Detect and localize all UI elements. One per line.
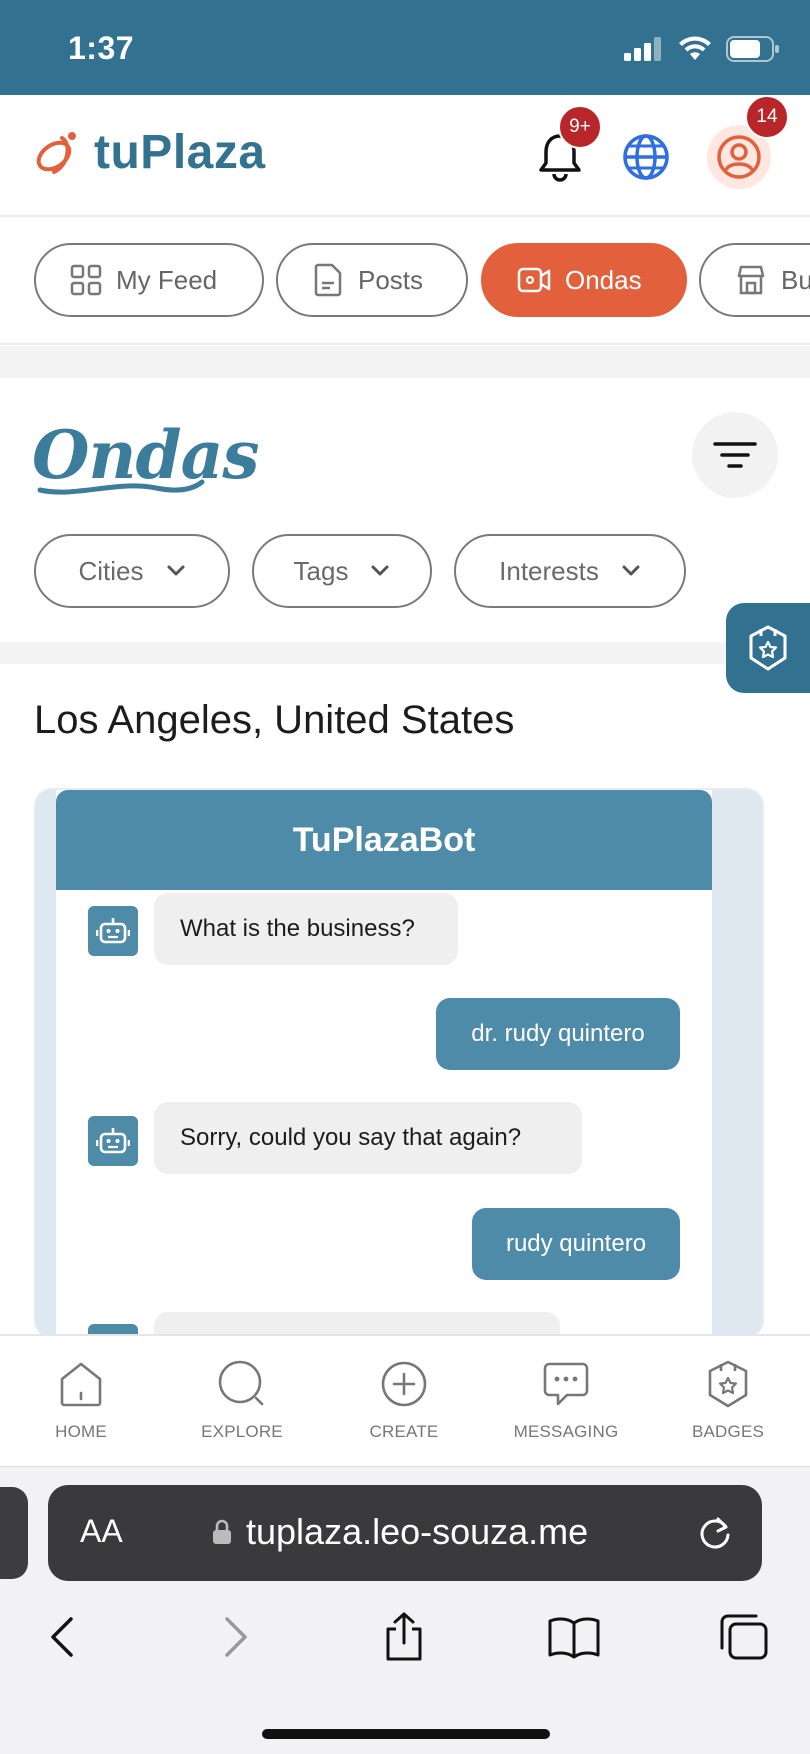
previous-tab-peek[interactable] [0,1487,28,1579]
tab-posts[interactable]: Posts [276,243,468,317]
bot-avatar [88,906,138,956]
bottom-nav: HOME EXPLORE CREATE MESSAGING BADGES [0,1334,810,1466]
text-size-button[interactable]: AA [80,1513,123,1550]
logo[interactable]: tuPlaza [32,125,266,180]
nav-badges[interactable]: BADGES [658,1336,798,1468]
chevron-left-icon [51,1617,73,1657]
tags-dropdown[interactable]: Tags [252,534,432,608]
forward-button[interactable] [206,1607,266,1667]
chat-message-user: dr. rudy quintero [436,998,680,1070]
wifi-icon [679,36,711,60]
lock-icon [213,1519,231,1544]
notifications-button[interactable]: 9+ [528,105,602,189]
chevron-down-icon [622,565,640,576]
tab-label: Bu [781,264,810,295]
browser-toolbar: AA tuplaza.leo-souza.me [0,1466,810,1754]
ondas-section: Ondas Cities Tags Interests [0,378,810,642]
badges-float-button[interactable] [726,603,810,693]
tab-label: Ondas [565,264,642,295]
nav-label: MESSAGING [513,1422,619,1441]
tags-label: Tags [293,555,349,586]
search-icon [218,1360,264,1406]
url-text: tuplaza.leo-souza.me [246,1511,589,1552]
tab-bar: My Feed Posts Ondas Bu [0,217,810,345]
location-title: Los Angeles, United States [34,698,515,742]
bookmarks-button[interactable] [544,1607,604,1667]
share-button[interactable] [374,1607,434,1667]
chat-icon [543,1362,589,1406]
plus-circle-icon [381,1361,427,1407]
battery-icon [726,36,779,62]
book-icon [548,1617,600,1659]
tabs-button[interactable] [714,1607,774,1667]
app-name: tuPlaza [94,126,266,179]
robot-icon [96,918,130,944]
chat-window: TuPlazaBot What is the business? dr. rud… [56,790,712,1336]
filter-button[interactable] [692,412,778,498]
chat-header: TuPlazaBot [56,790,712,890]
nav-label: HOME [55,1422,107,1441]
document-icon [314,263,342,297]
tabs-icon [720,1614,768,1660]
profile-badge: 14 [745,95,789,139]
share-icon [386,1612,422,1661]
section-divider [0,346,810,378]
globe-icon [623,134,669,180]
cities-dropdown[interactable]: Cities [34,534,230,608]
notifications-badge: 9+ [558,105,602,149]
chevron-right-icon [225,1617,247,1657]
status-icons [624,36,780,62]
nav-messaging[interactable]: MESSAGING [496,1336,636,1468]
tab-business[interactable]: Bu [699,243,810,317]
nav-label: CREATE [369,1422,439,1441]
cellular-signal-icon [624,37,661,61]
tab-label: My Feed [116,264,218,295]
chat-message-bot: Sorry, could you say that again? [154,1102,582,1174]
bot-avatar [88,1116,138,1166]
video-icon [517,267,551,293]
grid-icon [70,264,102,296]
interests-dropdown[interactable]: Interests [454,534,686,608]
nav-explore[interactable]: EXPLORE [172,1336,312,1468]
wave-underline-icon [37,479,205,495]
tab-ondas[interactable]: Ondas [481,243,687,317]
nav-label: EXPLORE [201,1422,283,1441]
tab-label: Posts [358,264,424,295]
chevron-down-icon [371,565,389,576]
filter-icon [713,442,757,468]
language-button[interactable] [614,125,678,189]
onda-card[interactable]: TuPlazaBot What is the business? dr. rud… [34,788,764,1338]
tab-my-feed[interactable]: My Feed [34,243,264,317]
user-icon [717,135,761,179]
profile-button[interactable]: 14 [707,95,789,189]
chat-message-user: rudy quintero [472,1208,680,1280]
interests-label: Interests [499,555,599,586]
tuplaza-logo-icon [36,131,76,174]
store-icon [737,265,765,295]
chevron-down-icon [167,565,184,576]
app-header: tuPlaza 9+ 14 [0,95,810,217]
url-display[interactable]: tuplaza.leo-souza.me [212,1511,588,1553]
cities-label: Cities [78,555,144,586]
badge-icon [749,625,787,671]
address-bar[interactable]: AA tuplaza.leo-souza.me [48,1485,762,1581]
status-time: 1:37 [68,30,135,66]
status-bar: 1:37 [0,0,810,95]
nav-home[interactable]: HOME [11,1336,151,1468]
reload-icon[interactable] [696,1513,734,1553]
section-divider [0,642,810,664]
back-button[interactable] [32,1607,92,1667]
nav-create[interactable]: CREATE [334,1336,474,1468]
nav-label: BADGES [691,1422,765,1441]
home-icon [60,1362,102,1407]
home-indicator [262,1729,550,1739]
robot-icon [96,1128,130,1154]
chat-message-bot: What is the business? [154,893,458,965]
badge-icon [708,1360,748,1408]
